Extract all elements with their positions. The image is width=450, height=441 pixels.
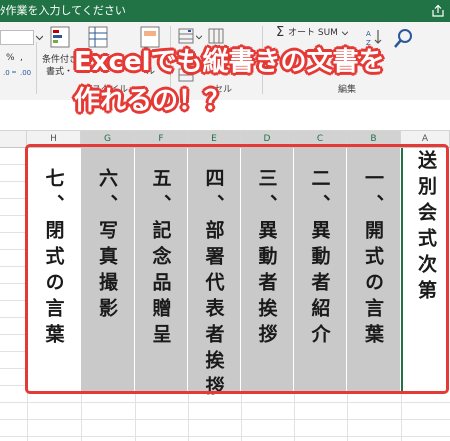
autosum-button[interactable]: オート SUM [288,28,338,39]
autosum-icon[interactable]: Σ [276,25,284,40]
svg-text:.0: .0 [3,69,10,77]
decrease-decimal-icon[interactable]: .00 [20,67,34,77]
tell-me-search[interactable]: ﾀ作業を入力してください [0,3,126,19]
banner-line-1: Excelでも縦書きの文書を [74,47,385,77]
ribbon-separator [36,42,37,94]
insert-cells-icon-2[interactable] [208,28,224,44]
highlight-frame [25,144,449,394]
insert-cells-icon[interactable] [178,28,194,44]
increase-decimal-icon[interactable]: .0 [3,67,17,77]
cell-styles-icon[interactable] [140,26,160,48]
conditional-formatting-icon[interactable] [50,26,70,48]
share-icon[interactable] [431,4,445,18]
number-format-dropdown[interactable] [0,30,34,45]
chevron-down-icon[interactable] [196,34,202,40]
chevron-down-icon[interactable] [36,34,43,41]
banner-line-2: 作れるの！？ [74,86,231,116]
svg-text:Z: Z [366,39,371,46]
column-header-blank[interactable] [0,131,27,147]
format-as-table-icon[interactable] [88,26,108,48]
sort-filter-icon[interactable]: AZ [366,28,384,46]
conditional-format-label-2[interactable]: 書式・ [46,67,73,78]
find-select-icon[interactable] [393,27,415,49]
edit-group-label: 編集 [338,85,357,95]
chevron-down-icon[interactable] [342,30,348,36]
percent-button[interactable]: % [6,53,15,64]
title-bar: ﾀ作業を入力してください [0,0,450,22]
svg-text:.00: .00 [20,69,31,77]
conditional-format-label[interactable]: 条件付き [42,55,78,66]
comma-button[interactable]: , [20,53,23,64]
svg-text:A: A [366,30,371,38]
